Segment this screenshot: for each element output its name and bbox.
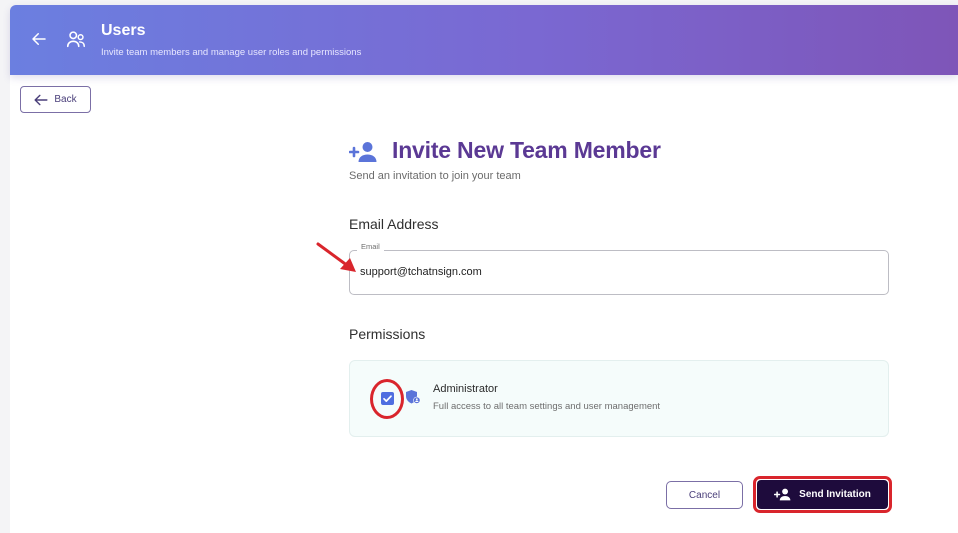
arrow-left-icon [34,94,48,105]
users-icon [66,31,85,48]
send-invitation-button[interactable]: Send Invitation [757,480,888,509]
person-add-icon [349,142,377,162]
permission-description: Full access to all team settings and use… [433,401,661,412]
annotation-arrow [316,242,356,272]
person-add-icon [774,488,791,501]
email-section-label: Email Address [349,216,439,232]
invite-subtitle: Send an invitation to join your team [349,170,521,182]
page-title: Users [101,22,146,39]
send-invitation-label: Send Invitation [799,489,871,500]
permission-card-administrator [349,360,889,437]
permission-title: Administrator [433,383,498,395]
invite-title: Invite New Team Member [392,137,661,163]
email-field[interactable] [360,263,860,281]
shield-person-icon [406,390,421,404]
permissions-section-label: Permissions [349,326,426,342]
arrow-left-icon[interactable] [30,30,48,48]
annotation-circle [370,379,404,419]
page-header: Users Invite team members and manage use… [10,5,958,75]
back-button-label: Back [54,94,77,105]
email-field-legend: Email [357,242,384,251]
page-subtitle: Invite team members and manage user role… [101,47,362,58]
cancel-button[interactable]: Cancel [666,481,743,509]
back-button[interactable]: Back [20,86,91,113]
cancel-button-label: Cancel [688,489,721,501]
